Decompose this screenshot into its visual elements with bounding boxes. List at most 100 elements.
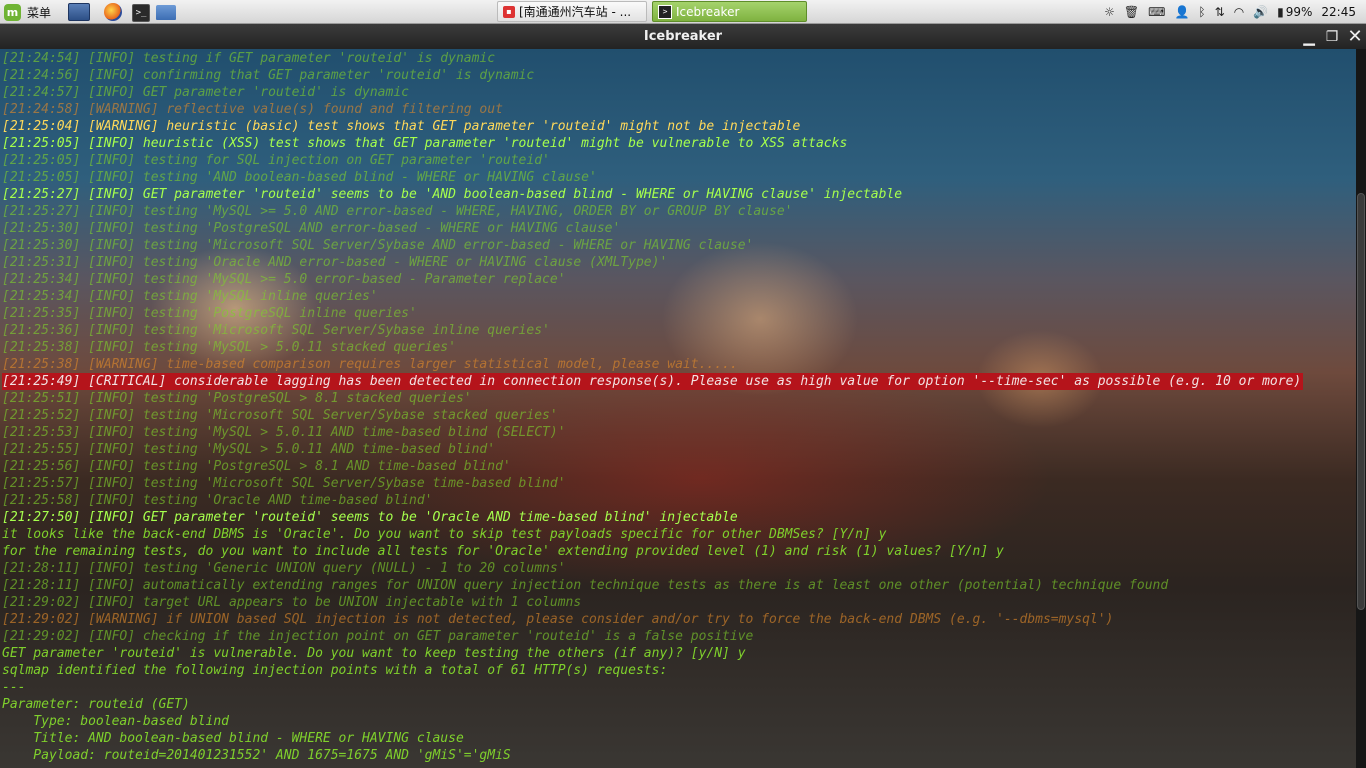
terminal-line: it looks like the back-end DBMS is 'Orac… (2, 526, 1303, 543)
terminal-line-text: [21:25:51] [INFO] testing 'PostgreSQL > … (2, 391, 472, 406)
terminal-line: Parameter: routeid (GET) (2, 696, 1303, 713)
terminal-line: Payload: routeid=201401231552' AND 1675=… (2, 747, 1303, 764)
window-titlebar[interactable]: Icebreaker (0, 24, 1366, 49)
terminal-line-text: for the remaining tests, do you want to … (2, 544, 1004, 559)
taskbar-item-browser[interactable]: ▪ [南通通州汽车站 - ... (497, 1, 647, 22)
terminal-line-text: [21:24:57] [INFO] GET parameter 'routeid… (2, 85, 409, 100)
close-button[interactable]: ✕ (1344, 24, 1366, 49)
terminal-line-text: Payload: routeid=201401231552' AND 1675=… (2, 748, 511, 763)
terminal-line: [21:25:27] [INFO] GET parameter 'routeid… (2, 186, 1303, 203)
minimize-icon: ▁ (1303, 27, 1315, 46)
terminal-line-text: [21:25:30] [INFO] testing 'PostgreSQL AN… (2, 221, 621, 236)
terminal-line: [21:24:54] [INFO] testing if GET paramet… (2, 50, 1303, 67)
terminal-line: [21:25:27] [INFO] testing 'MySQL >= 5.0 … (2, 203, 1303, 220)
battery-icon: ▮ (1277, 5, 1284, 19)
maximize-button[interactable]: ❐ (1321, 24, 1343, 49)
taskbar-item-icebreaker[interactable]: > Icebreaker (652, 1, 807, 22)
terminal-line-text: [21:25:52] [INFO] testing 'Microsoft SQL… (2, 408, 558, 423)
terminal-line: [21:29:02] [INFO] checking if the inject… (2, 628, 1303, 645)
scrollbar[interactable] (1356, 49, 1366, 768)
terminal-line-text: [21:24:54] [INFO] testing if GET paramet… (2, 51, 496, 66)
terminal-line-text: [21:27:50] [INFO] GET parameter 'routeid… (2, 510, 738, 525)
terminal-line-text: [21:24:58] [WARNING] reflective value(s)… (2, 102, 503, 117)
terminal-line-text: Parameter: routeid (GET) (2, 697, 190, 712)
terminal-line-text: [21:25:55] [INFO] testing 'MySQL > 5.0.1… (2, 442, 496, 457)
terminal-task-icon: > (658, 4, 672, 19)
terminal-line: [21:25:34] [INFO] testing 'MySQL inline … (2, 288, 1303, 305)
terminal-line: Type: boolean-based blind (2, 713, 1303, 730)
terminal-line-text: [21:25:38] [WARNING] time-based comparis… (2, 357, 738, 372)
terminal-line-text: [21:25:57] [INFO] testing 'Microsoft SQL… (2, 476, 566, 491)
terminal-line-text: [21:25:05] [INFO] heuristic (XSS) test s… (2, 136, 848, 151)
browser-favicon-icon: ▪ (503, 5, 515, 18)
terminal-line: [21:28:11] [INFO] testing 'Generic UNION… (2, 560, 1303, 577)
terminal-line: GET parameter 'routeid' is vulnerable. D… (2, 645, 1303, 662)
terminal-line-text: [21:25:49] [CRITICAL] considerable laggi… (2, 373, 1304, 390)
terminal-line-text: it looks like the back-end DBMS is 'Orac… (2, 527, 887, 542)
scrollbar-thumb[interactable] (1357, 193, 1365, 610)
taskbar-item-label: [南通通州汽车站 - ... (519, 5, 632, 19)
volume-icon[interactable]: 🔊 (1253, 5, 1268, 19)
window-title: Icebreaker (643, 29, 723, 44)
terminal-line-text: [21:28:11] [INFO] automatically extendin… (2, 578, 1169, 593)
terminal-line: [21:24:56] [INFO] confirming that GET pa… (2, 67, 1303, 84)
terminal-line-text: [21:25:56] [INFO] testing 'PostgreSQL > … (2, 459, 511, 474)
terminal-line: [21:24:57] [INFO] GET parameter 'routeid… (2, 84, 1303, 101)
terminal-line-text: [21:24:56] [INFO] confirming that GET pa… (2, 68, 535, 83)
terminal-line: [21:25:38] [WARNING] time-based comparis… (2, 356, 1303, 373)
file-manager-icon[interactable] (156, 5, 176, 20)
battery-indicator[interactable]: ▮ 99% (1277, 5, 1312, 19)
terminal-line: [21:25:05] [INFO] heuristic (XSS) test s… (2, 135, 1303, 152)
mint-logo-icon: m (4, 3, 21, 21)
terminal-line-text: [21:25:34] [INFO] testing 'MySQL >= 5.0 … (2, 272, 566, 287)
top-panel: m 菜单 >_ ▪ [南通通州汽车站 - ... > Icebreaker ☼ … (0, 0, 1366, 24)
terminal-line-text: [21:25:27] [INFO] GET parameter 'routeid… (2, 187, 903, 202)
menu-button[interactable]: m 菜单 (2, 0, 51, 24)
taskbar-item-label: Icebreaker (676, 4, 740, 19)
terminal-line-text: [21:29:02] [INFO] target URL appears to … (2, 595, 582, 610)
terminal-line-text: sqlmap identified the following injectio… (2, 663, 668, 678)
terminal-line: [21:25:58] [INFO] testing 'Oracle AND ti… (2, 492, 1303, 509)
terminal-line: [21:25:49] [CRITICAL] considerable laggi… (2, 373, 1304, 390)
terminal-line: [21:27:50] [INFO] GET parameter 'routeid… (2, 509, 1303, 526)
terminal-line-text: [21:25:35] [INFO] testing 'PostgreSQL in… (2, 306, 417, 321)
terminal-line-text: [21:25:38] [INFO] testing 'MySQL > 5.0.1… (2, 340, 456, 355)
bluetooth-icon[interactable]: ᛒ (1198, 5, 1205, 19)
terminal-launcher-icon[interactable]: >_ (132, 4, 150, 22)
keyboard-icon[interactable]: ⌨ (1148, 5, 1165, 19)
clock[interactable]: 22:45 (1321, 5, 1356, 19)
terminal-line-text: [21:25:58] [INFO] testing 'Oracle AND ti… (2, 493, 433, 508)
maximize-icon: ❐ (1325, 28, 1339, 45)
terminal-line: [21:25:05] [INFO] testing for SQL inject… (2, 152, 1303, 169)
network-icon[interactable]: ⇅ (1215, 5, 1225, 19)
battery-percent: 99% (1285, 5, 1313, 19)
terminal-line: [21:25:51] [INFO] testing 'PostgreSQL > … (2, 390, 1303, 407)
terminal-line-text: Type: boolean-based blind (2, 714, 229, 729)
firefox-icon[interactable] (104, 3, 122, 21)
terminal-line: [21:25:05] [INFO] testing 'AND boolean-b… (2, 169, 1303, 186)
terminal-line-text: [21:25:05] [INFO] testing 'AND boolean-b… (2, 170, 597, 185)
terminal-line: [21:25:04] [WARNING] heuristic (basic) t… (2, 118, 1303, 135)
user-icon[interactable]: 👤 (1174, 5, 1189, 19)
terminal-line-text: [21:25:05] [INFO] testing for SQL inject… (2, 153, 550, 168)
terminal-line: sqlmap identified the following injectio… (2, 662, 1303, 679)
terminal-output[interactable]: [21:24:54] [INFO] testing if GET paramet… (0, 49, 1356, 768)
terminal-line: [21:25:31] [INFO] testing 'Oracle AND er… (2, 254, 1303, 271)
show-desktop-icon[interactable] (68, 3, 90, 21)
terminal-line: [21:25:53] [INFO] testing 'MySQL > 5.0.1… (2, 424, 1303, 441)
terminal-line: [21:25:30] [INFO] testing 'Microsoft SQL… (2, 237, 1303, 254)
terminal-line-text: GET parameter 'routeid' is vulnerable. D… (2, 646, 746, 661)
terminal-line: [21:25:56] [INFO] testing 'PostgreSQL > … (2, 458, 1303, 475)
brightness-icon[interactable]: ☼ (1104, 5, 1115, 19)
terminal-line-text: [21:25:27] [INFO] testing 'MySQL >= 5.0 … (2, 204, 793, 219)
close-icon: ✕ (1347, 26, 1363, 47)
minimize-button[interactable]: ▁ (1298, 24, 1320, 49)
terminal-line: [21:25:55] [INFO] testing 'MySQL > 5.0.1… (2, 441, 1303, 458)
terminal-line: [21:25:52] [INFO] testing 'Microsoft SQL… (2, 407, 1303, 424)
wifi-icon[interactable]: ◠ (1234, 5, 1244, 19)
terminal-line: [21:29:02] [INFO] target URL appears to … (2, 594, 1303, 611)
terminal-line: for the remaining tests, do you want to … (2, 543, 1303, 560)
terminal-line: [21:25:35] [INFO] testing 'PostgreSQL in… (2, 305, 1303, 322)
terminal-line-text: [21:25:34] [INFO] testing 'MySQL inline … (2, 289, 378, 304)
trash-icon[interactable]: 🗑 (1124, 5, 1139, 19)
